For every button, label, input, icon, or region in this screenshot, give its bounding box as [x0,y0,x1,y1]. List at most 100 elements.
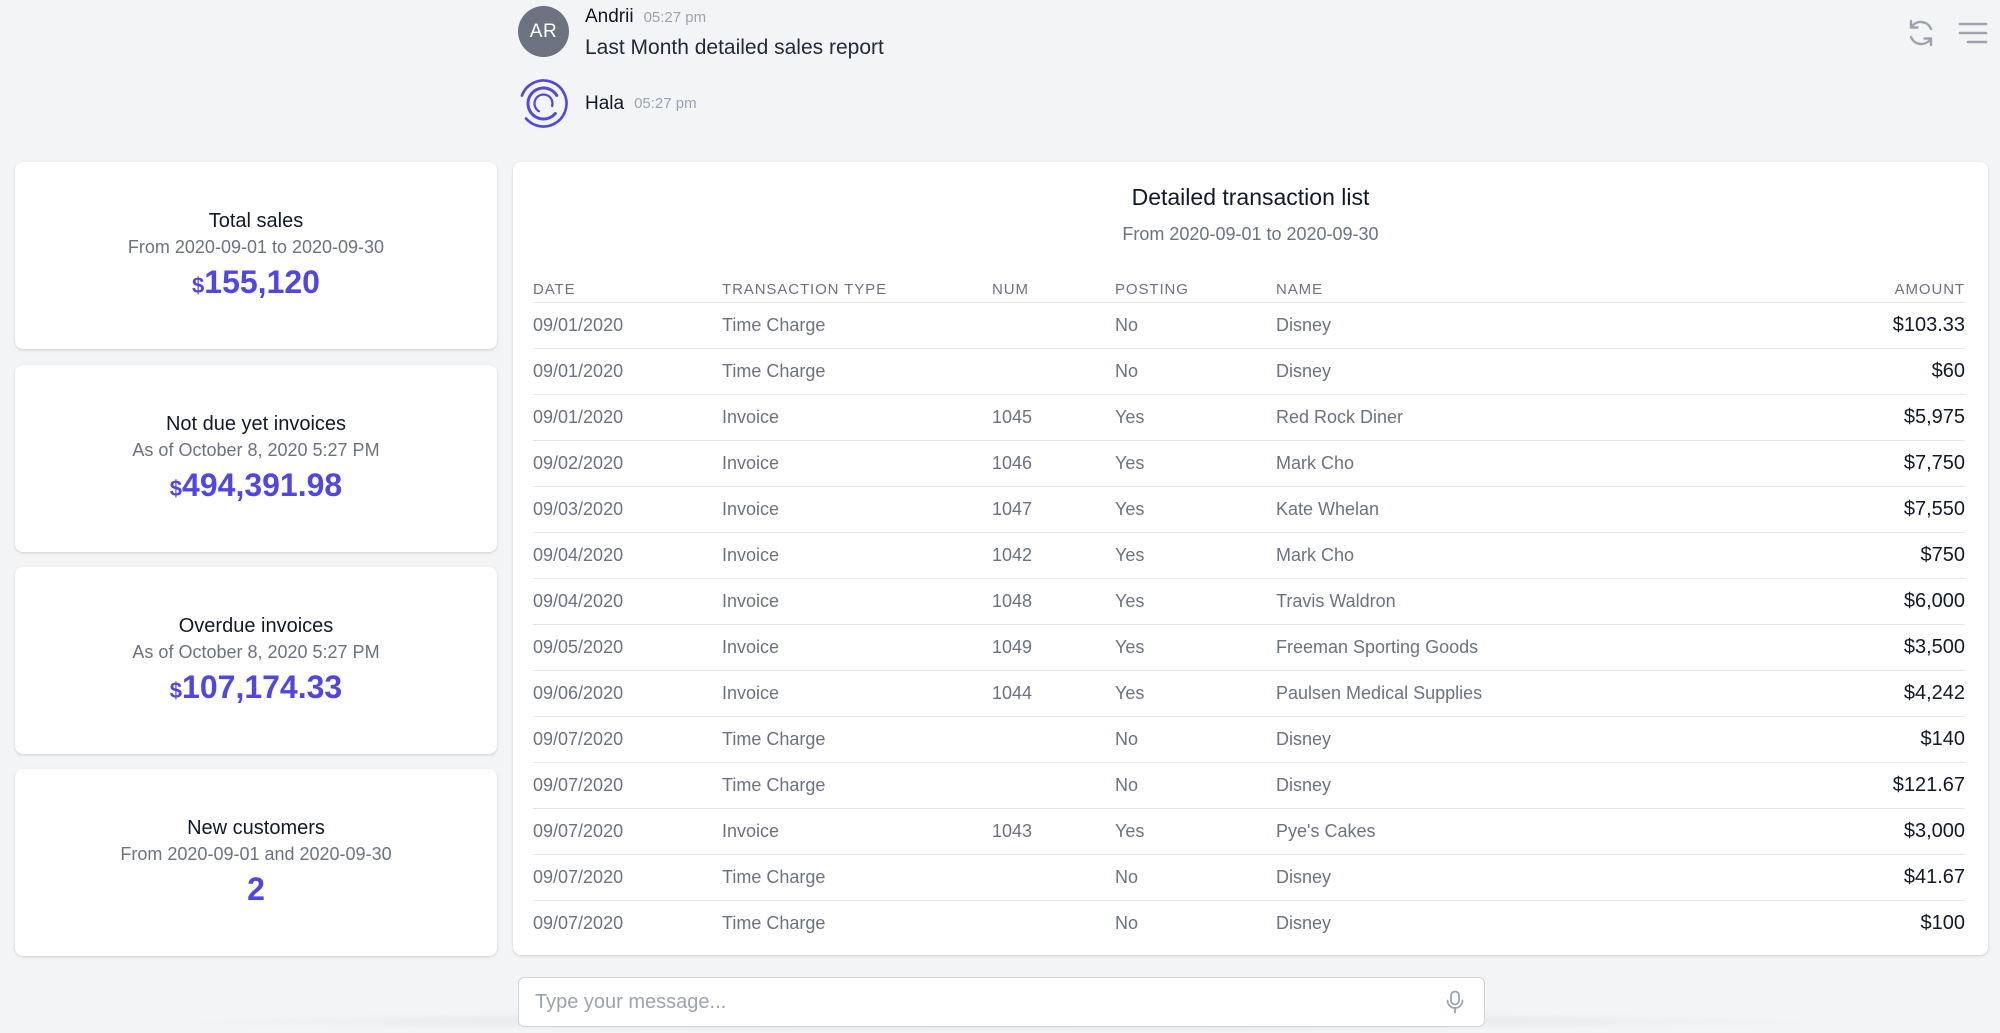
cell-date: 09/02/2020 [533,440,722,487]
transaction-table: DATE TRANSACTION TYPE NUM POSTING NAME A… [533,272,1965,946]
cell-transaction-type: Time Charge [722,762,992,809]
cell-date: 09/01/2020 [533,394,722,441]
table-row[interactable]: 09/07/2020 Time Charge No Disney $41.67 [533,854,1965,901]
kpi-subtitle: As of October 8, 2020 5:27 PM [132,440,380,460]
message-input[interactable] [535,990,1442,1014]
table-row[interactable]: 09/07/2020 Time Charge No Disney $140 [533,716,1965,763]
message-timestamp: 05:27 pm [634,95,697,112]
table-title: Detailed transaction list [1131,184,1370,210]
kpi-value: $107,174.33 [169,669,343,705]
cell-name: Mark Cho [1276,532,1696,579]
cell-amount: $6,000 [1696,578,1965,625]
kpi-value: $155,120 [192,264,320,300]
cell-date: 09/04/2020 [533,532,722,579]
cell-amount: $4,242 [1696,670,1965,717]
cell-num [992,348,1115,395]
currency-symbol: $ [192,273,205,298]
cell-date: 09/06/2020 [533,670,722,717]
cell-transaction-type: Time Charge [722,854,992,901]
message-text: Last Month detailed sales report [585,36,884,59]
message-composer [518,977,1485,1027]
cell-num: 1042 [992,532,1115,579]
table-row[interactable]: 09/01/2020 Time Charge No Disney $103.33 [533,302,1965,349]
cell-posting: Yes [1115,486,1276,533]
kpi-value: $494,391.98 [169,467,343,503]
column-header-transaction-type[interactable]: TRANSACTION TYPE [722,272,992,303]
cell-name: Disney [1276,716,1696,763]
cell-posting: No [1115,716,1276,763]
message-author: Hala [585,92,625,114]
table-row[interactable]: 09/01/2020 Time Charge No Disney $60 [533,348,1965,395]
cell-num [992,900,1115,946]
cell-amount: $7,750 [1696,440,1965,487]
microphone-icon[interactable] [1442,989,1468,1015]
hamburger-menu-icon[interactable] [1956,16,1990,50]
bot-message: Hala 05:27 pm [518,78,697,129]
table-header-row: DATE TRANSACTION TYPE NUM POSTING NAME A… [533,272,1965,303]
cell-date: 09/07/2020 [533,808,722,855]
column-header-date[interactable]: DATE [533,272,722,303]
table-subtitle: From 2020-09-01 to 2020-09-30 [1122,224,1379,244]
bot-message-body: Hala 05:27 pm [585,78,697,129]
kpi-card-overdue-invoices: Overdue invoices As of October 8, 2020 5… [15,567,497,754]
transaction-list-card: Detailed transaction list From 2020-09-0… [513,162,1988,955]
refresh-icon[interactable] [1904,16,1938,50]
cell-transaction-type: Invoice [722,808,992,855]
cell-posting: Yes [1115,440,1276,487]
cell-num: 1045 [992,394,1115,441]
cell-date: 09/04/2020 [533,578,722,625]
top-actions [1904,16,1990,50]
table-row[interactable]: 09/02/2020 Invoice 1046 Yes Mark Cho $7,750 [533,440,1965,487]
cell-name: Disney [1276,762,1696,809]
table-row[interactable]: 09/05/2020 Invoice 1049 Yes Freeman Sporting… [533,624,1965,671]
table-row[interactable]: 09/07/2020 Invoice 1043 Yes Pye's Cakes $3,00… [533,808,1965,855]
cell-num: 1047 [992,486,1115,533]
cell-date: 09/07/2020 [533,762,722,809]
kpi-card-new-customers: New customers From 2020-09-01 and 2020-0… [15,769,497,956]
table-row[interactable]: 09/03/2020 Invoice 1047 Yes Kate Whelan $7,55… [533,486,1965,533]
cell-date: 09/07/2020 [533,716,722,763]
cell-name: Disney [1276,348,1696,395]
cell-amount: $3,000 [1696,808,1965,855]
cell-posting: No [1115,348,1276,395]
cell-amount: $5,975 [1696,394,1965,441]
cell-posting: Yes [1115,670,1276,717]
cell-name: Disney [1276,912,1332,933]
cell-date: 09/07/2020 [533,854,722,901]
cell-transaction-type: Invoice [722,394,992,441]
cell-transaction-type: Time Charge [722,716,992,763]
table-row[interactable]: 09/07/2020 Time Charge No Disney $100 [533,900,1965,946]
message-timestamp: 05:27 pm [643,9,707,26]
cell-date: 09/01/2020 [533,348,722,395]
cell-amount: $41.67 [1696,854,1965,901]
cell-posting: Yes [1115,578,1276,625]
cell-posting: Yes [1115,624,1276,671]
cell-name: Mark Cho [1276,440,1696,487]
cell-name: Pye's Cakes [1276,808,1696,855]
table-row[interactable]: 09/04/2020 Invoice 1042 Yes Mark Cho $750 [533,532,1965,579]
cell-posting: No [1115,302,1276,349]
cell-transaction-type: Invoice [722,440,992,487]
user-message-body: Andrii 05:27 pm Last Month detailed sale… [585,6,884,60]
column-header-posting[interactable]: POSTING [1115,272,1276,303]
table-row[interactable]: 09/06/2020 Invoice 1044 Yes Paulsen Medical … [533,670,1965,717]
cell-transaction-type: Time Charge [722,912,826,933]
cell-transaction-type: Time Charge [722,348,992,395]
cell-amount: $750 [1696,532,1965,579]
table-row[interactable]: 09/07/2020 Time Charge No Disney $121.67 [533,762,1965,809]
cell-date: 09/03/2020 [533,486,722,533]
cell-transaction-type: Invoice [722,578,992,625]
column-header-num[interactable]: NUM [992,272,1115,303]
kpi-title: Not due yet invoices [165,413,347,435]
column-header-name[interactable]: NAME [1276,272,1696,303]
table-row[interactable]: 09/01/2020 Invoice 1045 Yes Red Rock Diner $5… [533,394,1965,441]
cell-name: Kate Whelan [1276,486,1696,533]
cell-transaction-type: Invoice [722,624,992,671]
column-header-amount[interactable]: AMOUNT [1696,272,1965,303]
kpi-title: Total sales [208,210,304,232]
cell-num [992,716,1115,763]
cell-amount: $7,550 [1696,486,1965,533]
cell-amount: $100 [1920,911,1966,934]
table-body: 09/01/2020 Time Charge No Disney $103.33 09/0… [533,302,1965,946]
table-row[interactable]: 09/04/2020 Invoice 1048 Yes Travis Waldron $6… [533,578,1965,625]
